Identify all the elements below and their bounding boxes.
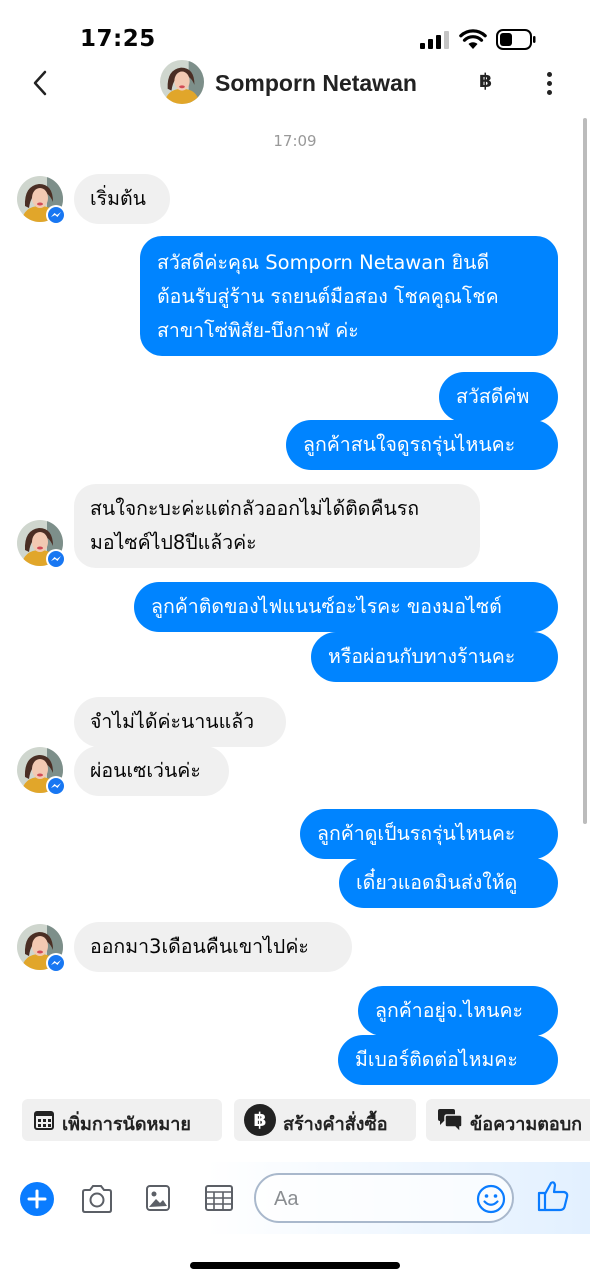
message-text: จำไม่ได้ค่ะนานแล้ว bbox=[90, 710, 255, 733]
contact-avatar[interactable] bbox=[17, 924, 66, 973]
quick-reply-label: สร้างคำสั่งซื้อ bbox=[283, 1114, 388, 1135]
message-text: ลูกค้าติดของไฟแนนซ์อะไรคะ ของมอไซต์ bbox=[151, 595, 502, 618]
message-text: ลูกค้าสนใจดูรถรุ่นไหนคะ bbox=[303, 433, 516, 456]
message-text: มีเบอร์ติดต่อไหมคะ bbox=[355, 1048, 518, 1071]
messenger-badge-icon bbox=[46, 776, 66, 796]
message-bubble-outgoing[interactable]: หรือผ่อนกับทางร้านคะ bbox=[311, 632, 558, 682]
message-text-line: สวัสดีค่ะคุณ Somporn Netawan ยินดี bbox=[157, 251, 490, 274]
contact-avatar[interactable] bbox=[17, 176, 66, 225]
message-text-line: สนใจกะบะค่ะแต่กลัวออกไม่ได้ติดคืนรถ bbox=[90, 497, 420, 520]
message-text-line: สาขาโซ่พิสัย-บึงกาฬ ค่ะ bbox=[157, 319, 359, 342]
contact-avatar[interactable] bbox=[17, 520, 66, 569]
message-composer bbox=[0, 1162, 590, 1234]
baht-icon[interactable]: ฿ bbox=[479, 70, 492, 92]
status-bar: 17:25 bbox=[0, 0, 590, 60]
baht-glyph: ฿ bbox=[253, 1109, 267, 1131]
message-input-field[interactable] bbox=[254, 1173, 514, 1223]
quick-reply-label: เพิ่มการนัดหมาย bbox=[62, 1114, 191, 1135]
back-button[interactable] bbox=[26, 68, 56, 98]
message-bubble-outgoing[interactable]: สวัสดีค่พ bbox=[439, 372, 558, 422]
quick-reply-add-appointment[interactable]: เพิ่มการนัดหมาย bbox=[22, 1099, 222, 1141]
message-bubble-incoming[interactable]: เริ่มต้น bbox=[74, 174, 170, 224]
message-text: หรือผ่อนกับทางร้านคะ bbox=[328, 645, 516, 668]
messenger-badge-icon bbox=[46, 953, 66, 973]
message-text: เริ่มต้น bbox=[90, 187, 146, 210]
status-time: 17:25 bbox=[80, 26, 156, 52]
message-text: เดี๋ยวแอดมินส่งให้ดู bbox=[356, 871, 518, 894]
battery-icon bbox=[496, 29, 536, 50]
message-bubble-incoming[interactable]: ผ่อนเซเว่นค่ะ bbox=[74, 746, 229, 796]
message-bubble-outgoing[interactable]: เดี๋ยวแอดมินส่งให้ดู bbox=[339, 858, 558, 908]
message-bubble-outgoing[interactable]: ลูกค้าสนใจดูรถรุ่นไหนคะ bbox=[286, 420, 558, 470]
message-bubble-outgoing[interactable]: สวัสดีค่ะคุณ Somporn Netawan ยินดี ต้อนร… bbox=[140, 236, 558, 356]
camera-icon[interactable] bbox=[80, 1184, 114, 1214]
wifi-icon bbox=[459, 29, 487, 49]
gallery-icon[interactable] bbox=[145, 1184, 171, 1212]
message-bubble-outgoing[interactable]: ลูกค้าอยู่จ.ไหนคะ bbox=[358, 986, 558, 1036]
home-indicator[interactable] bbox=[190, 1262, 400, 1269]
scrollbar[interactable] bbox=[583, 118, 587, 824]
contact-avatar[interactable] bbox=[160, 60, 204, 104]
message-bubble-outgoing[interactable]: ลูกค้าติดของไฟแนนซ์อะไรคะ ของมอไซต์ bbox=[134, 582, 558, 632]
message-bubble-incoming[interactable]: สนใจกะบะค่ะแต่กลัวออกไม่ได้ติดคืนรถ มอไซ… bbox=[74, 484, 480, 568]
contact-avatar[interactable] bbox=[17, 747, 66, 796]
emoji-icon[interactable] bbox=[476, 1184, 506, 1214]
message-bubble-incoming[interactable]: จำไม่ได้ค่ะนานแล้ว bbox=[74, 697, 286, 747]
message-text: สวัสดีค่พ bbox=[456, 385, 530, 408]
quick-reply-label: ข้อความตอบก bbox=[470, 1114, 583, 1135]
message-timestamp: 17:09 bbox=[273, 132, 317, 150]
more-options-icon[interactable] bbox=[537, 68, 561, 98]
appointment-table-icon[interactable] bbox=[204, 1184, 234, 1212]
message-text-line: มอไซค์ไป8ปีแล้วค่ะ bbox=[90, 531, 257, 554]
chat-header: Somporn Netawan ฿ bbox=[0, 58, 590, 108]
message-input[interactable] bbox=[274, 1185, 464, 1213]
message-text-line: ต้อนรับสู่ร้าน รถยนต์มือสอง โชคคูณโชค bbox=[157, 285, 499, 308]
message-text: ผ่อนเซเว่นค่ะ bbox=[90, 759, 201, 782]
message-text: ลูกค้าอยู่จ.ไหนคะ bbox=[375, 999, 524, 1022]
message-bubble-incoming[interactable]: ออกมา3เดือนคืนเขาไปค่ะ bbox=[74, 922, 352, 972]
message-bubble-outgoing[interactable]: มีเบอร์ติดต่อไหมคะ bbox=[338, 1035, 558, 1085]
calendar-icon bbox=[34, 1111, 54, 1130]
message-bubble-outgoing[interactable]: ลูกค้าดูเป็นรถรุ่นไหนคะ bbox=[300, 809, 558, 859]
chat-bubbles-icon bbox=[438, 1109, 463, 1134]
message-text: ลูกค้าดูเป็นรถรุ่นไหนคะ bbox=[317, 822, 516, 845]
message-text: ออกมา3เดือนคืนเขาไปค่ะ bbox=[90, 935, 309, 958]
plus-icon bbox=[27, 1189, 47, 1209]
cellular-signal-icon bbox=[420, 31, 450, 49]
quick-reply-create-order[interactable]: ฿ สร้างคำสั่งซื้อ bbox=[234, 1099, 416, 1141]
plus-button[interactable] bbox=[20, 1182, 54, 1216]
thumbs-up-icon[interactable] bbox=[536, 1179, 570, 1213]
messenger-badge-icon bbox=[46, 549, 66, 569]
baht-circle-icon: ฿ bbox=[244, 1104, 276, 1136]
messenger-badge-icon bbox=[46, 205, 66, 225]
contact-name[interactable]: Somporn Netawan bbox=[215, 70, 417, 97]
quick-reply-saved-replies[interactable]: ข้อความตอบก bbox=[426, 1099, 590, 1141]
